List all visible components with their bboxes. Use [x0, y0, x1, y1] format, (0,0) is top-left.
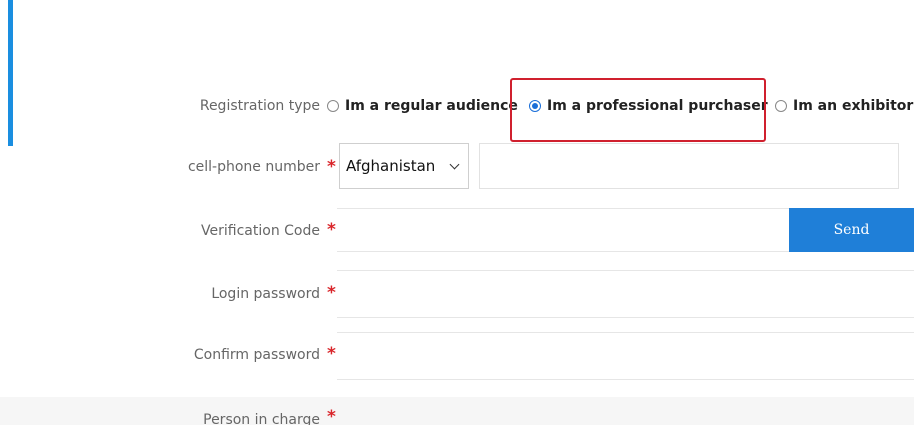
country-select-value: Afghanistan [346, 157, 436, 175]
accent-bar [8, 0, 13, 146]
registration-type-row: Registration type Im a regular audience … [0, 96, 914, 120]
required-mark: * [327, 157, 336, 177]
confirm-password-input[interactable] [337, 332, 914, 380]
radio-exhibitor-indicator[interactable] [775, 100, 787, 112]
login-password-input[interactable] [337, 270, 914, 318]
radio-exhibitor[interactable]: Im an exhibitor [775, 98, 913, 114]
person-in-charge-label: Person in charge [203, 412, 320, 425]
registration-type-label: Registration type [199, 98, 320, 114]
radio-regular-audience[interactable]: Im a regular audience [327, 98, 518, 114]
required-mark: * [327, 283, 336, 303]
radio-regular-audience-label: Im a regular audience [345, 98, 518, 114]
radio-regular-audience-indicator[interactable] [327, 100, 339, 112]
radio-exhibitor-label: Im an exhibitor [793, 98, 914, 114]
phone-number-input[interactable] [479, 143, 899, 189]
required-mark: * [327, 220, 336, 240]
required-mark: * [327, 344, 336, 364]
send-code-button[interactable]: Send [789, 208, 914, 252]
verification-code-input[interactable] [337, 208, 789, 252]
chevron-down-icon [449, 159, 460, 170]
confirm-password-label: Confirm password [193, 347, 320, 363]
highlight-box [510, 78, 766, 142]
verification-label: Verification Code [201, 223, 320, 239]
required-mark: * [327, 407, 336, 425]
person-in-charge-row: Person in charge * [0, 394, 914, 425]
country-select[interactable]: Afghanistan [339, 143, 469, 189]
login-password-label: Login password [211, 286, 320, 302]
phone-label: cell-phone number [187, 159, 320, 175]
